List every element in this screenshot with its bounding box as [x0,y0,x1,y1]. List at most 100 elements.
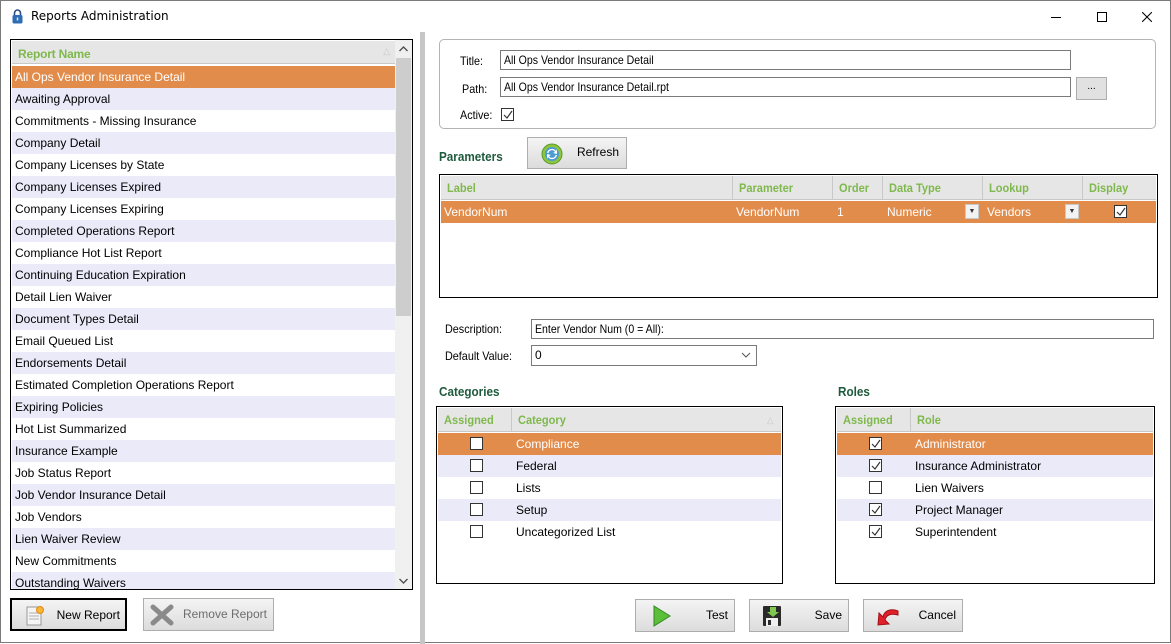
column-header-category[interactable]: Category △ [512,408,782,432]
parameter-lookup-cell[interactable]: Vendors ▼ [987,201,1083,223]
assigned-checkbox[interactable] [869,525,882,538]
parameter-data-type-cell[interactable]: Numeric ▼ [887,201,983,223]
report-list-item[interactable]: Awaiting Approval [12,88,396,110]
parameter-order-cell[interactable]: 1 [837,201,844,223]
close-button[interactable] [1124,1,1170,32]
column-header-parameter[interactable]: Parameter [733,176,833,200]
remove-x-icon [150,604,174,626]
category-row[interactable]: Compliance [438,433,781,455]
role-row[interactable]: Project Manager [837,499,1153,521]
assigned-checkbox[interactable] [869,437,882,450]
report-list-item[interactable]: Job Status Report [12,462,396,484]
report-list-item[interactable]: Commitments - Missing Insurance [12,110,396,132]
path-input-value: All Ops Vendor Insurance Detail.rpt [504,80,669,94]
role-row[interactable]: Insurance Administrator [837,455,1153,477]
title-input-value: All Ops Vendor Insurance Detail [504,53,654,67]
checkmark-icon [871,527,881,536]
role-row[interactable]: Superintendent [837,521,1153,543]
test-label: Test [705,608,728,622]
active-checkbox[interactable] [501,108,514,121]
assigned-checkbox[interactable] [470,481,483,494]
remove-report-button[interactable]: Remove Report [143,598,274,631]
default-value-combobox[interactable]: 0 [531,345,757,366]
role-row[interactable]: Administrator [837,433,1153,455]
report-name-column-header[interactable]: Report Name △ [12,41,396,64]
report-list-item[interactable]: New Commitments [12,550,396,572]
role-name: Project Manager [915,503,1004,517]
report-list-item[interactable]: Lien Waiver Review [12,528,396,550]
categories-grid[interactable]: Assigned Category △ Compliance Federal List… [436,406,783,584]
report-list-item[interactable]: All Ops Vendor Insurance Detail [12,66,396,88]
assigned-checkbox[interactable] [470,503,483,516]
maximize-icon [1097,11,1107,22]
report-list-item[interactable]: Company Detail [12,132,396,154]
column-header-role[interactable]: Role [911,408,1154,432]
lookup-dropdown-icon[interactable]: ▼ [1065,204,1079,219]
scroll-thumb[interactable] [396,58,411,316]
assigned-checkbox[interactable] [470,459,483,472]
path-input[interactable]: All Ops Vendor Insurance Detail.rpt [500,77,1071,97]
category-name: Setup [516,503,548,517]
scroll-up-arrow[interactable] [395,40,412,57]
column-header-data-type[interactable]: Data Type [883,176,983,200]
save-button[interactable]: Save [749,599,849,632]
report-list-item[interactable]: Endorsements Detail [12,352,396,374]
column-header-assigned[interactable]: Assigned [837,408,911,432]
category-row[interactable]: Federal [438,455,781,477]
scroll-down-arrow[interactable] [395,572,412,589]
parameter-row[interactable]: VendorNum VendorNum 1 Numeric ▼ Vendors … [441,201,1156,223]
browse-path-button[interactable]: ... [1076,77,1107,100]
report-list-item[interactable]: Email Queued List [12,330,396,352]
report-list-item[interactable]: Company Licenses by State [12,154,396,176]
assigned-checkbox[interactable] [869,459,882,472]
assigned-checkbox[interactable] [470,525,483,538]
report-list-item[interactable]: Insurance Example [12,440,396,462]
description-input[interactable]: Enter Vendor Num (0 = All): [531,319,1154,339]
category-row[interactable]: Setup [438,499,781,521]
remove-report-label: Remove Report [182,607,267,621]
column-header-lookup[interactable]: Lookup [983,176,1083,200]
report-list-item[interactable]: Compliance Hot List Report [12,242,396,264]
cancel-button[interactable]: Cancel [863,599,963,632]
report-list-item[interactable]: Company Licenses Expiring [12,198,396,220]
minimize-button[interactable] [1033,1,1079,32]
report-list-item[interactable]: Company Licenses Expired [12,176,396,198]
category-row[interactable]: Uncategorized List [438,521,781,543]
report-list-item[interactable]: Hot List Summarized [12,418,396,440]
title-input[interactable]: All Ops Vendor Insurance Detail [500,50,1071,70]
report-list-item[interactable]: Job Vendors [12,506,396,528]
report-list-item[interactable]: Outstanding Waivers [12,572,396,589]
data-type-dropdown-icon[interactable]: ▼ [965,204,979,219]
sort-ascending-icon: △ [383,46,390,56]
role-row[interactable]: Lien Waivers [837,477,1153,499]
assigned-checkbox[interactable] [869,503,882,516]
parameter-name-cell[interactable]: VendorNum [736,201,799,223]
column-header-display[interactable]: Display [1083,176,1157,200]
display-checkbox[interactable] [1114,205,1127,218]
test-button[interactable]: Test [635,599,735,632]
column-header-order[interactable]: Order [833,176,883,200]
maximize-button[interactable] [1079,1,1125,32]
report-list-scrollbar[interactable] [395,40,412,589]
column-header-label[interactable]: Label [441,176,733,200]
refresh-button[interactable]: Refresh [527,137,627,169]
report-list-item[interactable]: Continuing Education Expiration [12,264,396,286]
window-title: Reports Administration [31,9,169,23]
report-list-item[interactable]: Expiring Policies [12,396,396,418]
assigned-checkbox[interactable] [869,481,882,494]
report-list[interactable]: Report Name △ All Ops Vendor Insurance D… [10,39,413,590]
report-list-item[interactable]: Document Types Detail [12,308,396,330]
column-header-assigned[interactable]: Assigned [438,408,512,432]
title-bar: Reports Administration [1,1,1170,32]
parameters-grid[interactable]: Label Parameter Order Data Type Lookup D… [439,174,1158,298]
parameter-label-cell[interactable]: VendorNum [444,201,507,223]
report-list-item[interactable]: Job Vendor Insurance Detail [12,484,396,506]
assigned-checkbox[interactable] [470,437,483,450]
roles-grid[interactable]: Assigned Role Administrator Insurance Adm… [835,406,1155,584]
report-list-item[interactable]: Detail Lien Waiver [12,286,396,308]
report-list-item[interactable]: Completed Operations Report [12,220,396,242]
new-report-button[interactable]: New Report [10,598,127,631]
category-row[interactable]: Lists [438,477,781,499]
pane-splitter[interactable] [420,32,425,644]
report-list-item[interactable]: Estimated Completion Operations Report [12,374,396,396]
